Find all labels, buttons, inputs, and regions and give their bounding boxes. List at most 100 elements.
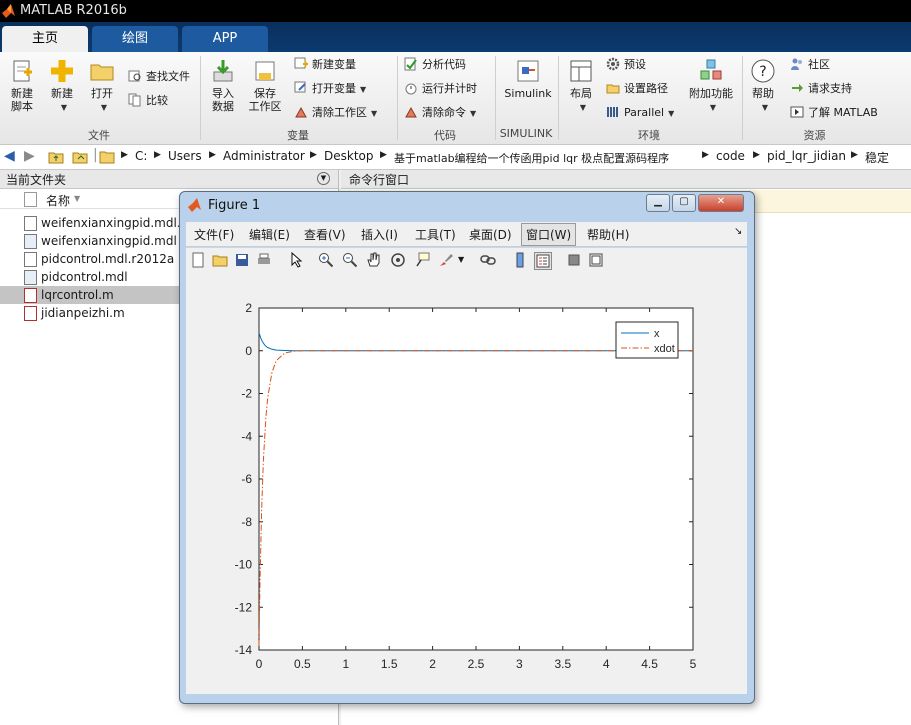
- legend-icon[interactable]: [534, 252, 552, 270]
- learn-matlab-button[interactable]: 了解 MATLAB: [790, 104, 878, 122]
- panel-actions-icon[interactable]: ▼: [317, 172, 330, 185]
- y-tick-label: -12: [235, 600, 253, 614]
- clear-commands-button[interactable]: 清除命令 ▼: [404, 104, 476, 122]
- open-file-icon[interactable]: [212, 252, 228, 268]
- back-arrow-icon[interactable]: ◀: [4, 148, 15, 164]
- menu-view[interactable]: 查看(V): [304, 226, 346, 243]
- zoom-in-icon[interactable]: [318, 252, 334, 268]
- import-data-button[interactable]: 导入 数据: [207, 58, 239, 113]
- menu-desktop[interactable]: 桌面(D): [469, 226, 512, 243]
- zoom-out-icon[interactable]: [342, 252, 358, 268]
- breadcrumb-pid-lqr-jidian[interactable]: pid_lqr_jidian: [767, 149, 846, 163]
- legend-label-x: x: [654, 328, 660, 340]
- figure-title: Figure 1: [208, 198, 261, 213]
- menu-edit[interactable]: 编辑(E): [249, 226, 290, 243]
- line-plot[interactable]: 0 0.5 1 1.5 2 2.5 3 3.5 4 4.5 5 2 0 -2 -4 -6 -8 -10 -12 -1…: [186, 274, 747, 694]
- breadcrumb-code[interactable]: code: [716, 149, 745, 163]
- colorbar-icon[interactable]: [512, 252, 528, 268]
- title-bar: MATLAB R2016b: [0, 0, 911, 22]
- find-files-button[interactable]: 查找文件: [128, 68, 190, 86]
- tab-apps[interactable]: APP: [182, 26, 268, 52]
- maximize-button[interactable]: ▢: [672, 194, 696, 212]
- command-window-title: 命令行窗口: [349, 173, 410, 187]
- request-support-button[interactable]: 请求支持: [790, 80, 852, 98]
- brush-dropdown-icon[interactable]: ▼: [458, 255, 464, 264]
- link-plot-icon[interactable]: [480, 252, 496, 268]
- show-plot-tools-icon[interactable]: [588, 252, 604, 268]
- y-tick-label: -14: [235, 643, 253, 657]
- select-arrow-icon[interactable]: [288, 252, 304, 268]
- forward-arrow-icon[interactable]: ▶: [24, 148, 35, 164]
- breadcrumb-stable[interactable]: 稳定: [865, 149, 889, 166]
- help-dropdown-icon: ▼: [761, 103, 769, 112]
- menu-tools[interactable]: 工具(T): [415, 226, 456, 243]
- open-variable-button[interactable]: 打开变量 ▼: [294, 80, 366, 98]
- browse-folder-icon[interactable]: [72, 149, 88, 165]
- community-button[interactable]: 社区: [790, 56, 830, 74]
- menu-help[interactable]: 帮助(H): [587, 226, 629, 243]
- menu-window[interactable]: 窗口(W): [521, 223, 577, 246]
- figure-window[interactable]: Figure 1 ▁ ▢ ✕ 文件(F) 编辑(E) 查看(V) 插入(I) 工…: [179, 191, 755, 704]
- print-icon[interactable]: [256, 252, 272, 268]
- up-folder-icon[interactable]: [48, 149, 64, 165]
- clear-workspace-dropdown-icon: ▼: [371, 109, 378, 118]
- dock-arrow-icon[interactable]: ↘: [734, 226, 742, 237]
- help-icon: ?: [751, 59, 775, 83]
- breadcrumb-project-folder[interactable]: 基于matlab编程给一个传函用pid lqr 极点配置源码程序: [394, 150, 669, 166]
- save-icon[interactable]: [234, 252, 250, 268]
- compare-button[interactable]: 比较: [128, 92, 168, 110]
- address-bar: ◀ ▶ | ▶ C: ▶ Users ▶ Administrator ▶ Des…: [0, 145, 911, 170]
- preferences-button[interactable]: 预设: [606, 56, 646, 74]
- script-file-icon: [24, 306, 37, 321]
- learn-matlab-icon: [790, 106, 804, 118]
- new-button[interactable]: 新建 ▼: [46, 58, 78, 114]
- save-workspace-button[interactable]: 保存 工作区: [247, 58, 283, 113]
- breadcrumb-arrow-icon: ▶: [851, 150, 858, 160]
- rotate-3d-icon[interactable]: [390, 252, 406, 268]
- set-path-button[interactable]: 设置路径: [606, 80, 668, 98]
- group-environment-label: 环境: [638, 129, 660, 142]
- current-folder-title: 当前文件夹: [6, 173, 67, 187]
- community-icon: [791, 58, 802, 70]
- group-resources-label: 资源: [803, 129, 826, 142]
- minimize-button[interactable]: ▁: [646, 194, 670, 212]
- pan-hand-icon[interactable]: [366, 252, 382, 268]
- y-tick-label: -6: [241, 472, 252, 486]
- breadcrumb-administrator[interactable]: Administrator: [223, 149, 305, 163]
- tab-plots[interactable]: 绘图: [92, 26, 178, 52]
- legend-label-xdot: xdot: [654, 343, 675, 355]
- script-file-icon: [24, 288, 37, 303]
- menu-file[interactable]: 文件(F): [194, 226, 234, 243]
- figure-canvas: 0 0.5 1 1.5 2 2.5 3 3.5 4 4.5 5 2 0 -2 -4 -6 -8 -10 -12 -1…: [186, 274, 747, 694]
- file-name: weifenxianxingpid.mdl: [41, 234, 177, 248]
- simulink-button[interactable]: Simulink: [502, 58, 554, 100]
- new-variable-button[interactable]: 新建变量: [294, 56, 356, 74]
- data-cursor-icon[interactable]: [414, 252, 430, 268]
- hide-plot-tools-icon[interactable]: [566, 252, 582, 268]
- layout-button[interactable]: 布局 ▼: [565, 58, 597, 114]
- legend[interactable]: x xdot: [615, 321, 679, 359]
- analyze-code-label: 分析代码: [422, 58, 466, 71]
- clear-workspace-button[interactable]: 清除工作区 ▼: [294, 104, 377, 122]
- close-button[interactable]: ✕: [698, 194, 744, 212]
- new-figure-icon[interactable]: [190, 252, 206, 268]
- brush-icon[interactable]: [438, 252, 454, 268]
- tab-home[interactable]: 主页: [2, 26, 88, 52]
- help-button[interactable]: ? 帮助 ▼: [748, 58, 778, 114]
- run-and-time-button[interactable]: 运行并计时: [404, 80, 477, 98]
- set-path-label: 设置路径: [624, 82, 668, 95]
- breadcrumb-desktop[interactable]: Desktop: [324, 149, 374, 163]
- x-tick-label: 3.5: [554, 657, 571, 671]
- x-tick-label: 3: [516, 657, 523, 671]
- ribbon-tab-strip: 主页 绘图 APP: [0, 22, 911, 52]
- plus-icon: [51, 60, 73, 82]
- breadcrumb-users[interactable]: Users: [168, 149, 202, 163]
- group-simulink-label: SIMULINK: [499, 127, 553, 140]
- analyze-code-button[interactable]: 分析代码: [404, 56, 466, 74]
- menu-insert[interactable]: 插入(I): [361, 226, 398, 243]
- new-script-button[interactable]: 新建 脚本: [6, 58, 38, 113]
- parallel-button[interactable]: Parallel ▼: [606, 104, 674, 122]
- breadcrumb-c[interactable]: C:: [135, 149, 147, 163]
- addons-button[interactable]: 附加功能 ▼: [686, 58, 736, 114]
- open-button[interactable]: 打开 ▼: [86, 58, 118, 114]
